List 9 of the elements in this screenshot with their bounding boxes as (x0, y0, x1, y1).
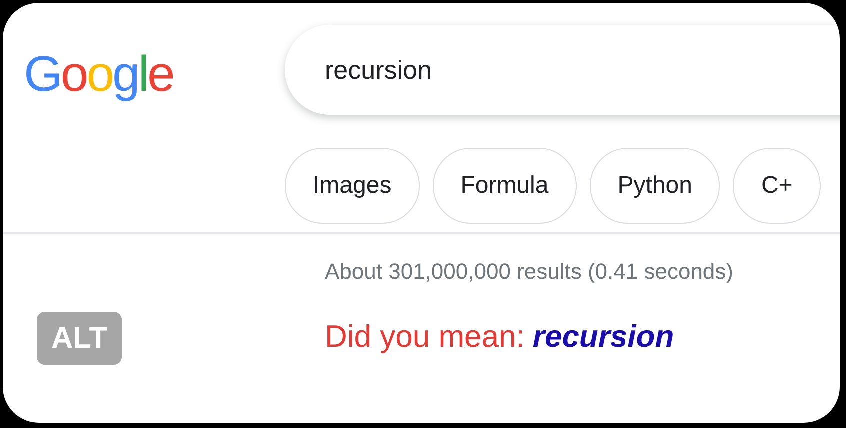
search-field[interactable]: recursion (285, 25, 840, 115)
filter-chip[interactable]: Formula (432, 148, 577, 224)
filter-chip[interactable]: Images (285, 148, 420, 224)
google-logo[interactable]: Google (24, 43, 285, 105)
result-stats: About 301,000,000 results (0.41 seconds) (325, 259, 734, 285)
filter-chip[interactable]: C+ (733, 148, 821, 224)
spelling-prompt: Did you mean: (325, 319, 525, 354)
filter-chip[interactable]: Python (590, 148, 720, 224)
suggestion-link[interactable]: recursion (532, 319, 674, 354)
